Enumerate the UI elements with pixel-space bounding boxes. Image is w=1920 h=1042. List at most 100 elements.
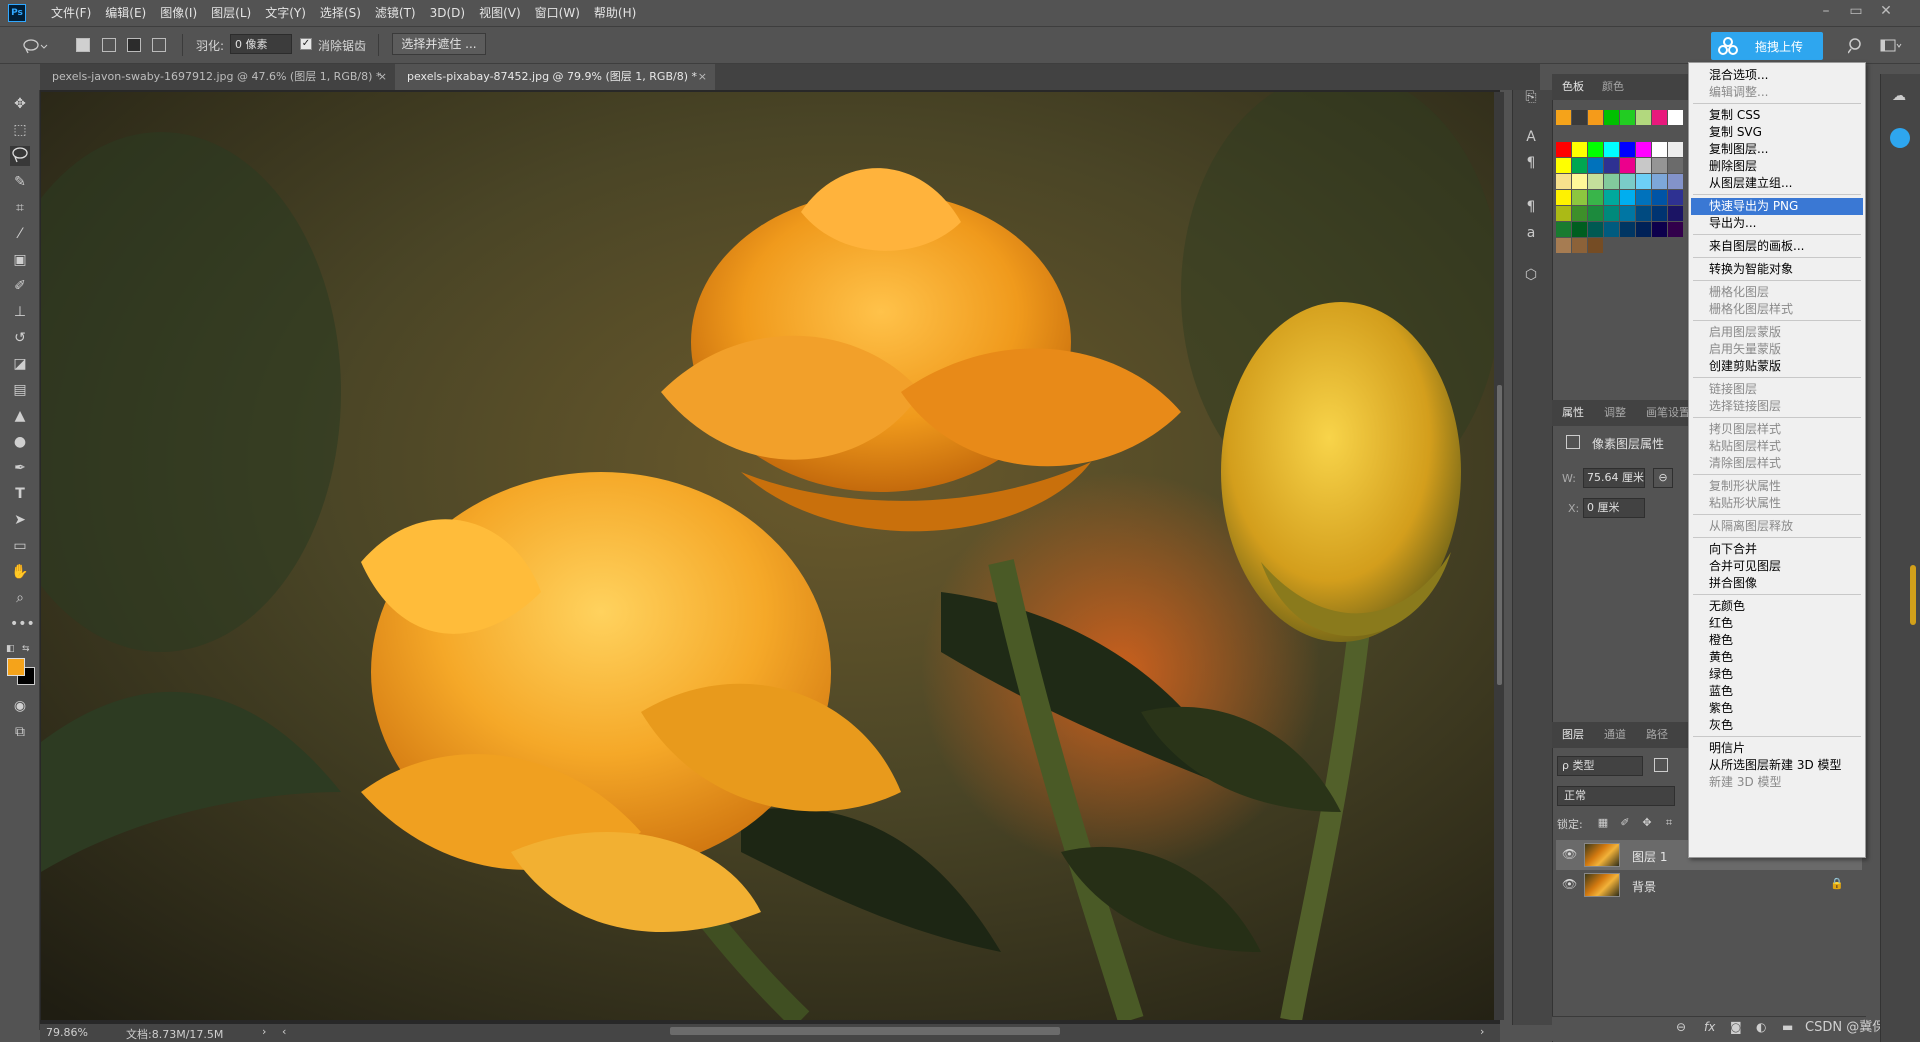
context-menu-item[interactable]: 删除图层 bbox=[1691, 158, 1863, 175]
quick-mask-icon[interactable]: ◉ bbox=[10, 696, 30, 716]
context-menu-item[interactable]: 复制图层... bbox=[1691, 141, 1863, 158]
context-menu-item[interactable]: 红色 bbox=[1691, 615, 1863, 632]
status-menu-arrow[interactable]: › bbox=[262, 1025, 266, 1038]
lock-position-icon[interactable]: ✥ bbox=[1640, 816, 1654, 830]
tab-adjustments[interactable]: 调整 bbox=[1604, 400, 1626, 426]
new-group-icon[interactable]: ▬ bbox=[1782, 1020, 1793, 1034]
link-layers-icon[interactable]: ⊖ bbox=[1676, 1020, 1686, 1034]
menu-help[interactable]: 帮助(H) bbox=[587, 0, 643, 26]
eyedropper-icon[interactable]: ⁄ bbox=[10, 224, 30, 244]
tab-document-1[interactable]: pexels-javon-swaby-1697912.jpg @ 47.6% (… bbox=[40, 64, 395, 90]
context-menu-item[interactable]: 蓝色 bbox=[1691, 683, 1863, 700]
menu-file[interactable]: 文件(F) bbox=[44, 0, 98, 26]
select-and-mask-button[interactable]: 选择并遮住 ... bbox=[392, 33, 486, 55]
quick-select-icon[interactable]: ✎ bbox=[10, 172, 30, 192]
adjustment-layer-icon[interactable]: ◐ bbox=[1756, 1020, 1766, 1034]
tab-paths[interactable]: 路径 bbox=[1646, 722, 1668, 748]
menu-filter[interactable]: 滤镜(T) bbox=[368, 0, 423, 26]
link-dimensions-icon[interactable]: ⊖ bbox=[1653, 468, 1673, 488]
scroll-left-arrow[interactable]: ‹ bbox=[282, 1025, 286, 1038]
context-menu-item[interactable]: 向下合并 bbox=[1691, 541, 1863, 558]
swatch-grid[interactable] bbox=[1556, 110, 1686, 290]
context-menu-item[interactable]: 明信片 bbox=[1691, 740, 1863, 757]
layer-row[interactable]: 👁 背景 🔒 bbox=[1556, 870, 1862, 900]
tab-channels[interactable]: 通道 bbox=[1604, 722, 1626, 748]
close-window-button[interactable]: ✕ bbox=[1872, 0, 1900, 22]
history-panel-icon[interactable]: ⎘ bbox=[1520, 86, 1542, 108]
new-selection-icon[interactable] bbox=[76, 38, 90, 52]
swap-colors-icon[interactable]: ⇆ bbox=[22, 644, 34, 654]
tab-color[interactable]: 颜色 bbox=[1602, 74, 1624, 100]
context-menu-item[interactable]: 绿色 bbox=[1691, 666, 1863, 683]
history-brush-icon[interactable]: ↺ bbox=[10, 328, 30, 348]
menu-type[interactable]: 文字(Y) bbox=[258, 0, 313, 26]
marquee-icon[interactable]: ⬚ bbox=[10, 120, 30, 140]
tab-layers[interactable]: 图层 bbox=[1562, 722, 1584, 748]
menu-3d[interactable]: 3D(D) bbox=[423, 0, 472, 26]
context-menu-item[interactable]: 拼合图像 bbox=[1691, 575, 1863, 592]
tab-properties[interactable]: 属性 bbox=[1562, 400, 1584, 426]
fx-icon[interactable]: fx bbox=[1704, 1020, 1715, 1034]
scroll-right-arrow[interactable]: › bbox=[1480, 1025, 1484, 1038]
context-menu-item[interactable]: 从图层建立组... bbox=[1691, 175, 1863, 192]
stamp-icon[interactable]: ⊥ bbox=[10, 302, 30, 322]
zoom-level[interactable]: 79.86% bbox=[46, 1026, 88, 1039]
screen-mode-icon[interactable]: ⧉ bbox=[10, 722, 30, 742]
feather-input[interactable]: 0 像素 bbox=[230, 34, 292, 54]
context-menu-item[interactable]: 橙色 bbox=[1691, 632, 1863, 649]
vertical-scrollbar-thumb[interactable] bbox=[1497, 385, 1502, 685]
layer-kind-filter[interactable]: ρ 类型 bbox=[1557, 756, 1643, 776]
layer-name[interactable]: 背景 bbox=[1632, 878, 1656, 895]
tab-document-2[interactable]: pexels-pixabay-87452.jpg @ 79.9% (图层 1, … bbox=[395, 64, 715, 90]
lasso-preset-icon[interactable] bbox=[22, 38, 48, 54]
lock-artboard-icon[interactable]: ⌗ bbox=[1662, 816, 1676, 830]
drag-upload-button[interactable]: 拖拽上传 bbox=[1711, 32, 1823, 60]
x-input[interactable]: 0 厘米 bbox=[1583, 498, 1645, 518]
lock-transparency-icon[interactable]: ▦ bbox=[1596, 816, 1610, 830]
hand-icon[interactable]: ✋ bbox=[10, 562, 30, 582]
brush-icon[interactable]: ✐ bbox=[10, 276, 30, 296]
assistant-avatar-icon[interactable] bbox=[1890, 128, 1910, 148]
menu-edit[interactable]: 编辑(E) bbox=[98, 0, 153, 26]
width-input[interactable]: 75.64 厘米 bbox=[1583, 468, 1645, 488]
pen-icon[interactable]: ✒ bbox=[10, 458, 30, 478]
path-select-icon[interactable]: ➤ bbox=[10, 510, 30, 530]
context-menu-item[interactable]: 黄色 bbox=[1691, 649, 1863, 666]
context-menu-item[interactable]: 灰色 bbox=[1691, 717, 1863, 734]
menu-window[interactable]: 窗口(W) bbox=[528, 0, 587, 26]
libraries-icon[interactable]: ☁ bbox=[1888, 88, 1910, 110]
canvas-image-flowers[interactable] bbox=[41, 92, 1494, 1020]
move-icon[interactable]: ✥ bbox=[10, 94, 30, 114]
add-mask-icon[interactable]: ◙ bbox=[1730, 1020, 1742, 1034]
healing-icon[interactable]: ▣ bbox=[10, 250, 30, 270]
menu-layer[interactable]: 图层(L) bbox=[204, 0, 258, 26]
minimize-button[interactable]: – bbox=[1812, 0, 1840, 22]
layer-name[interactable]: 图层 1 bbox=[1632, 848, 1667, 865]
menu-view[interactable]: 视图(V) bbox=[472, 0, 528, 26]
menu-select[interactable]: 选择(S) bbox=[313, 0, 368, 26]
visibility-eye-icon[interactable]: 👁 bbox=[1562, 847, 1577, 861]
context-menu-item[interactable]: 无颜色 bbox=[1691, 598, 1863, 615]
filter-pixel-icon[interactable] bbox=[1654, 758, 1668, 772]
character-panel-icon[interactable]: A bbox=[1520, 126, 1542, 148]
add-selection-icon[interactable] bbox=[102, 38, 116, 52]
context-menu-item[interactable]: 快速导出为 PNG bbox=[1691, 198, 1863, 215]
blend-mode-select[interactable]: 正常 bbox=[1557, 786, 1675, 806]
context-menu-item[interactable]: 复制 SVG bbox=[1691, 124, 1863, 141]
foreground-color-swatch[interactable] bbox=[7, 658, 25, 676]
context-menu-item[interactable]: 合并可见图层 bbox=[1691, 558, 1863, 575]
dodge-icon[interactable]: ● bbox=[10, 432, 30, 452]
subtract-selection-icon[interactable] bbox=[127, 38, 141, 52]
intersect-selection-icon[interactable] bbox=[152, 38, 166, 52]
visibility-eye-icon[interactable]: 👁 bbox=[1562, 877, 1577, 891]
3d-panel-icon[interactable]: ⬡ bbox=[1520, 264, 1542, 286]
tab-brush-settings[interactable]: 画笔设置 bbox=[1646, 400, 1690, 426]
context-menu-item[interactable]: 复制 CSS bbox=[1691, 107, 1863, 124]
more-icon[interactable]: ••• bbox=[10, 614, 35, 634]
crop-icon[interactable]: ⌗ bbox=[10, 198, 30, 218]
menu-image[interactable]: 图像(I) bbox=[153, 0, 204, 26]
paragraph-style-icon[interactable]: ¶ bbox=[1520, 196, 1542, 218]
horizontal-scrollbar-thumb[interactable] bbox=[670, 1027, 1060, 1035]
type-icon[interactable]: T bbox=[10, 484, 30, 504]
shape-icon[interactable]: ▭ bbox=[10, 536, 30, 556]
